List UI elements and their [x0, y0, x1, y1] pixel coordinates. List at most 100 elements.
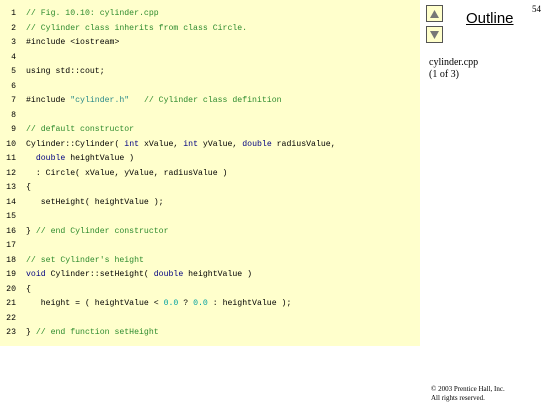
line-number: 1 — [11, 9, 16, 18]
line-number: 7 — [11, 96, 16, 105]
code-token: using std::cout; — [26, 67, 105, 76]
code-line: 23} // end function setHeight — [0, 326, 420, 339]
file-label: cylinder.cpp (1 of 3) — [429, 57, 478, 81]
code-token: : heightValue ); — [207, 299, 292, 308]
line-number: 10 — [6, 139, 16, 149]
code-text: Cylinder::Cylinder( int xValue, int yVal… — [26, 138, 336, 151]
code-line: 20 { — [0, 283, 420, 296]
copyright: © 2003 Prentice Hall, Inc. All rights re… — [431, 385, 505, 403]
line-number: 23 — [6, 328, 16, 337]
line-number: 18 — [6, 255, 16, 265]
line-number: 22 — [6, 313, 16, 323]
code-text: // default constructor — [26, 123, 134, 136]
code-line: 17 — [0, 239, 420, 252]
file-part: (1 of 3) — [429, 69, 459, 80]
line-number: 3 — [11, 38, 16, 47]
copyright-line-1: © 2003 Prentice Hall, Inc. — [431, 385, 505, 393]
line-number: 20 — [6, 284, 16, 294]
code-token: int — [124, 139, 140, 149]
code-text: // Fig. 10.10: cylinder.cpp — [26, 7, 159, 20]
code-line: 4 — [0, 51, 420, 64]
code-line: 3 #include <iostream> — [0, 36, 420, 49]
code-token: yValue, — [198, 139, 243, 149]
line-number: 14 — [6, 197, 16, 207]
code-line: 10 Cylinder::Cylinder( int xValue, int yV… — [0, 138, 420, 151]
code-token: setHeight( heightValue ); — [26, 197, 164, 207]
code-token: // end Cylinder constructor — [35, 226, 169, 236]
previous-slide-button[interactable] — [426, 5, 443, 22]
code-token: // end function setHeight — [35, 328, 159, 337]
code-line: 19 void Cylinder::setHeight( double heigh… — [0, 268, 420, 281]
line-number: 4 — [11, 52, 16, 62]
code-line: 21 height = ( heightValue < 0.0 ? 0.0 : … — [0, 297, 420, 310]
line-number: 19 — [6, 270, 16, 279]
code-line: 12 : Circle( xValue, yValue, radiusValue… — [0, 167, 420, 180]
line-number: 12 — [6, 168, 16, 178]
code-line: 11 double heightValue ) — [0, 152, 420, 165]
file-name: cylinder.cpp — [429, 57, 479, 68]
line-number: 17 — [6, 241, 16, 250]
line-number: 5 — [11, 67, 16, 76]
code-line: 5 using std::cout; — [0, 65, 420, 78]
code-line: 18 // set Cylinder's height — [0, 254, 420, 267]
outline-title[interactable]: Outline — [466, 10, 514, 27]
line-number: 21 — [6, 299, 16, 308]
code-text: } // end Cylinder constructor — [26, 225, 169, 238]
code-text: #include <iostream> — [26, 36, 119, 49]
code-token: "cylinder.h" — [70, 96, 130, 105]
code-token: void — [26, 270, 46, 279]
code-text: using std::cout; — [26, 65, 105, 78]
code-token: : Circle( xValue, yValue, radiusValue ) — [26, 168, 228, 178]
code-token: // Fig. 10.10: cylinder.cpp — [26, 9, 159, 18]
code-text: { — [26, 283, 31, 296]
code-line: 7 #include "cylinder.h" // Cylinder class… — [0, 94, 420, 107]
code-token: Cylinder::Cylinder( — [26, 139, 125, 149]
code-token: double — [35, 154, 66, 163]
code-text: setHeight( heightValue ); — [26, 196, 164, 209]
line-number: 16 — [6, 226, 16, 236]
code-text: void Cylinder::setHeight( double heightV… — [26, 268, 252, 281]
code-token: // Cylinder class inherits from class Ci… — [26, 23, 248, 33]
code-token: { — [26, 183, 31, 192]
code-token: } — [26, 328, 36, 337]
triangle-down-icon — [429, 30, 440, 40]
line-number: 6 — [11, 81, 16, 91]
code-line: 22 — [0, 312, 420, 325]
code-text: height = ( heightValue < 0.0 ? 0.0 : hei… — [26, 297, 292, 310]
code-line: 14 setHeight( heightValue ); — [0, 196, 420, 209]
code-text: double heightValue ) — [26, 152, 134, 165]
code-line: 8 — [0, 109, 420, 122]
code-line: 15 — [0, 210, 420, 223]
code-token: #include — [26, 96, 71, 105]
code-token: heightValue ) — [65, 154, 135, 163]
code-token: } — [26, 226, 36, 236]
code-line: 16} // end Cylinder constructor — [0, 225, 420, 238]
code-token: double — [242, 139, 272, 149]
code-text: } // end function setHeight — [26, 326, 159, 339]
code-token: #include <iostream> — [26, 38, 120, 47]
code-token: ? — [178, 299, 194, 308]
code-line: 2 // Cylinder class inherits from class C… — [0, 22, 420, 35]
code-text: // set Cylinder's height — [26, 254, 144, 267]
code-token: // Cylinder class definition — [129, 96, 282, 105]
code-line: 9 // default constructor — [0, 123, 420, 136]
line-number: 9 — [11, 125, 16, 134]
code-text: // Cylinder class inherits from class Ci… — [26, 22, 247, 35]
next-slide-button[interactable] — [426, 26, 443, 43]
code-token: double — [153, 270, 184, 279]
code-line: 13 { — [0, 181, 420, 194]
line-number: 15 — [6, 212, 16, 221]
line-number: 2 — [11, 23, 16, 33]
code-text: #include "cylinder.h" // Cylinder class … — [26, 94, 282, 107]
triangle-up-icon — [429, 9, 440, 19]
page-number: 54 — [532, 4, 541, 14]
copyright-line-2: All rights reserved. — [431, 394, 485, 402]
code-token: height = ( heightValue < — [26, 299, 164, 308]
code-line: 6 — [0, 80, 420, 93]
line-number: 13 — [6, 183, 16, 192]
code-text: { — [26, 181, 31, 194]
code-text: : Circle( xValue, yValue, radiusValue ) — [26, 167, 228, 180]
code-token: xValue, — [139, 139, 184, 149]
line-number: 8 — [11, 110, 16, 120]
